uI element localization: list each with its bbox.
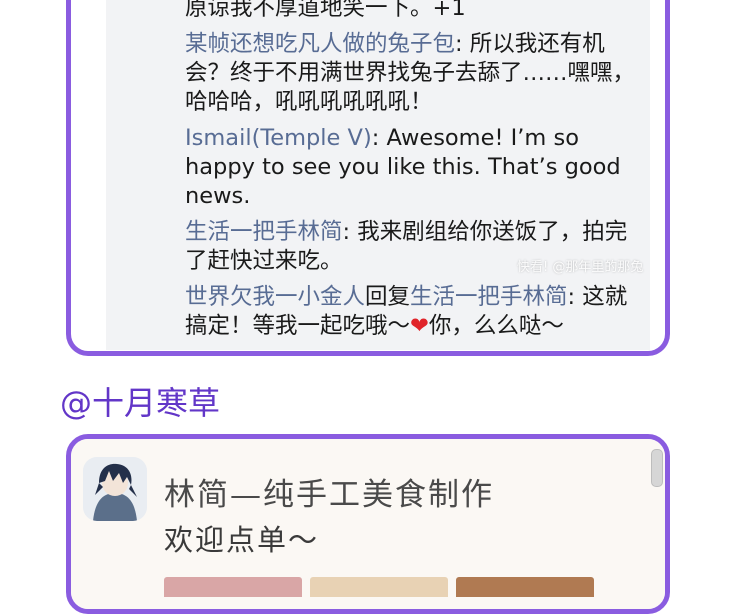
comment-list: 原谅我不厚道地笑一下。+1 某帧还想吃凡人做的兔子包: 所以我还有机会？终于不用满…: [185, 0, 645, 348]
watermark: 快看! @那年里的那兔: [517, 260, 644, 275]
section-title: @十月寒草: [60, 384, 221, 422]
comment-username[interactable]: 生活一把手林简: [410, 284, 568, 310]
card-subtitle: 欢迎点单～: [164, 523, 320, 557]
photo-thumbnail[interactable]: [164, 577, 302, 597]
comment-username[interactable]: 生活一把手林简: [185, 219, 343, 245]
scrollbar[interactable]: [651, 449, 663, 487]
comment-text: 你，么么哒～: [428, 313, 564, 339]
comment-item: Ismail(Temple V): Awesome! I’m so happy …: [185, 124, 645, 211]
comment-text: 回复: [365, 284, 411, 310]
avatar[interactable]: [83, 457, 147, 521]
comment-text: 原谅我不厚道地笑一下。+1: [185, 0, 466, 21]
photo-thumbnail[interactable]: [456, 577, 594, 597]
comment-username[interactable]: Ismail(Temple V): [185, 125, 372, 151]
card-title: 林简—纯手工美食制作: [164, 477, 494, 513]
photo-thumbnail[interactable]: [310, 577, 448, 597]
comment-item: 某帧还想吃凡人做的兔子包: 所以我还有机会？终于不用满世界找兔子去舔了……嘿嘿，…: [185, 30, 645, 117]
comment-item: 原谅我不厚道地笑一下。+1: [185, 0, 645, 23]
comment-username[interactable]: 某帧还想吃凡人做的兔子包: [185, 31, 455, 57]
post-card: 林简—纯手工美食制作 欢迎点单～: [66, 434, 670, 614]
comment-item: 世界欠我一小金人回复生活一把手林简: 这就搞定！等我一起吃哦～❤你，么么哒～: [185, 283, 645, 341]
heart-icon: ❤: [410, 313, 429, 339]
comment-username[interactable]: 世界欠我一小金人: [185, 284, 365, 310]
